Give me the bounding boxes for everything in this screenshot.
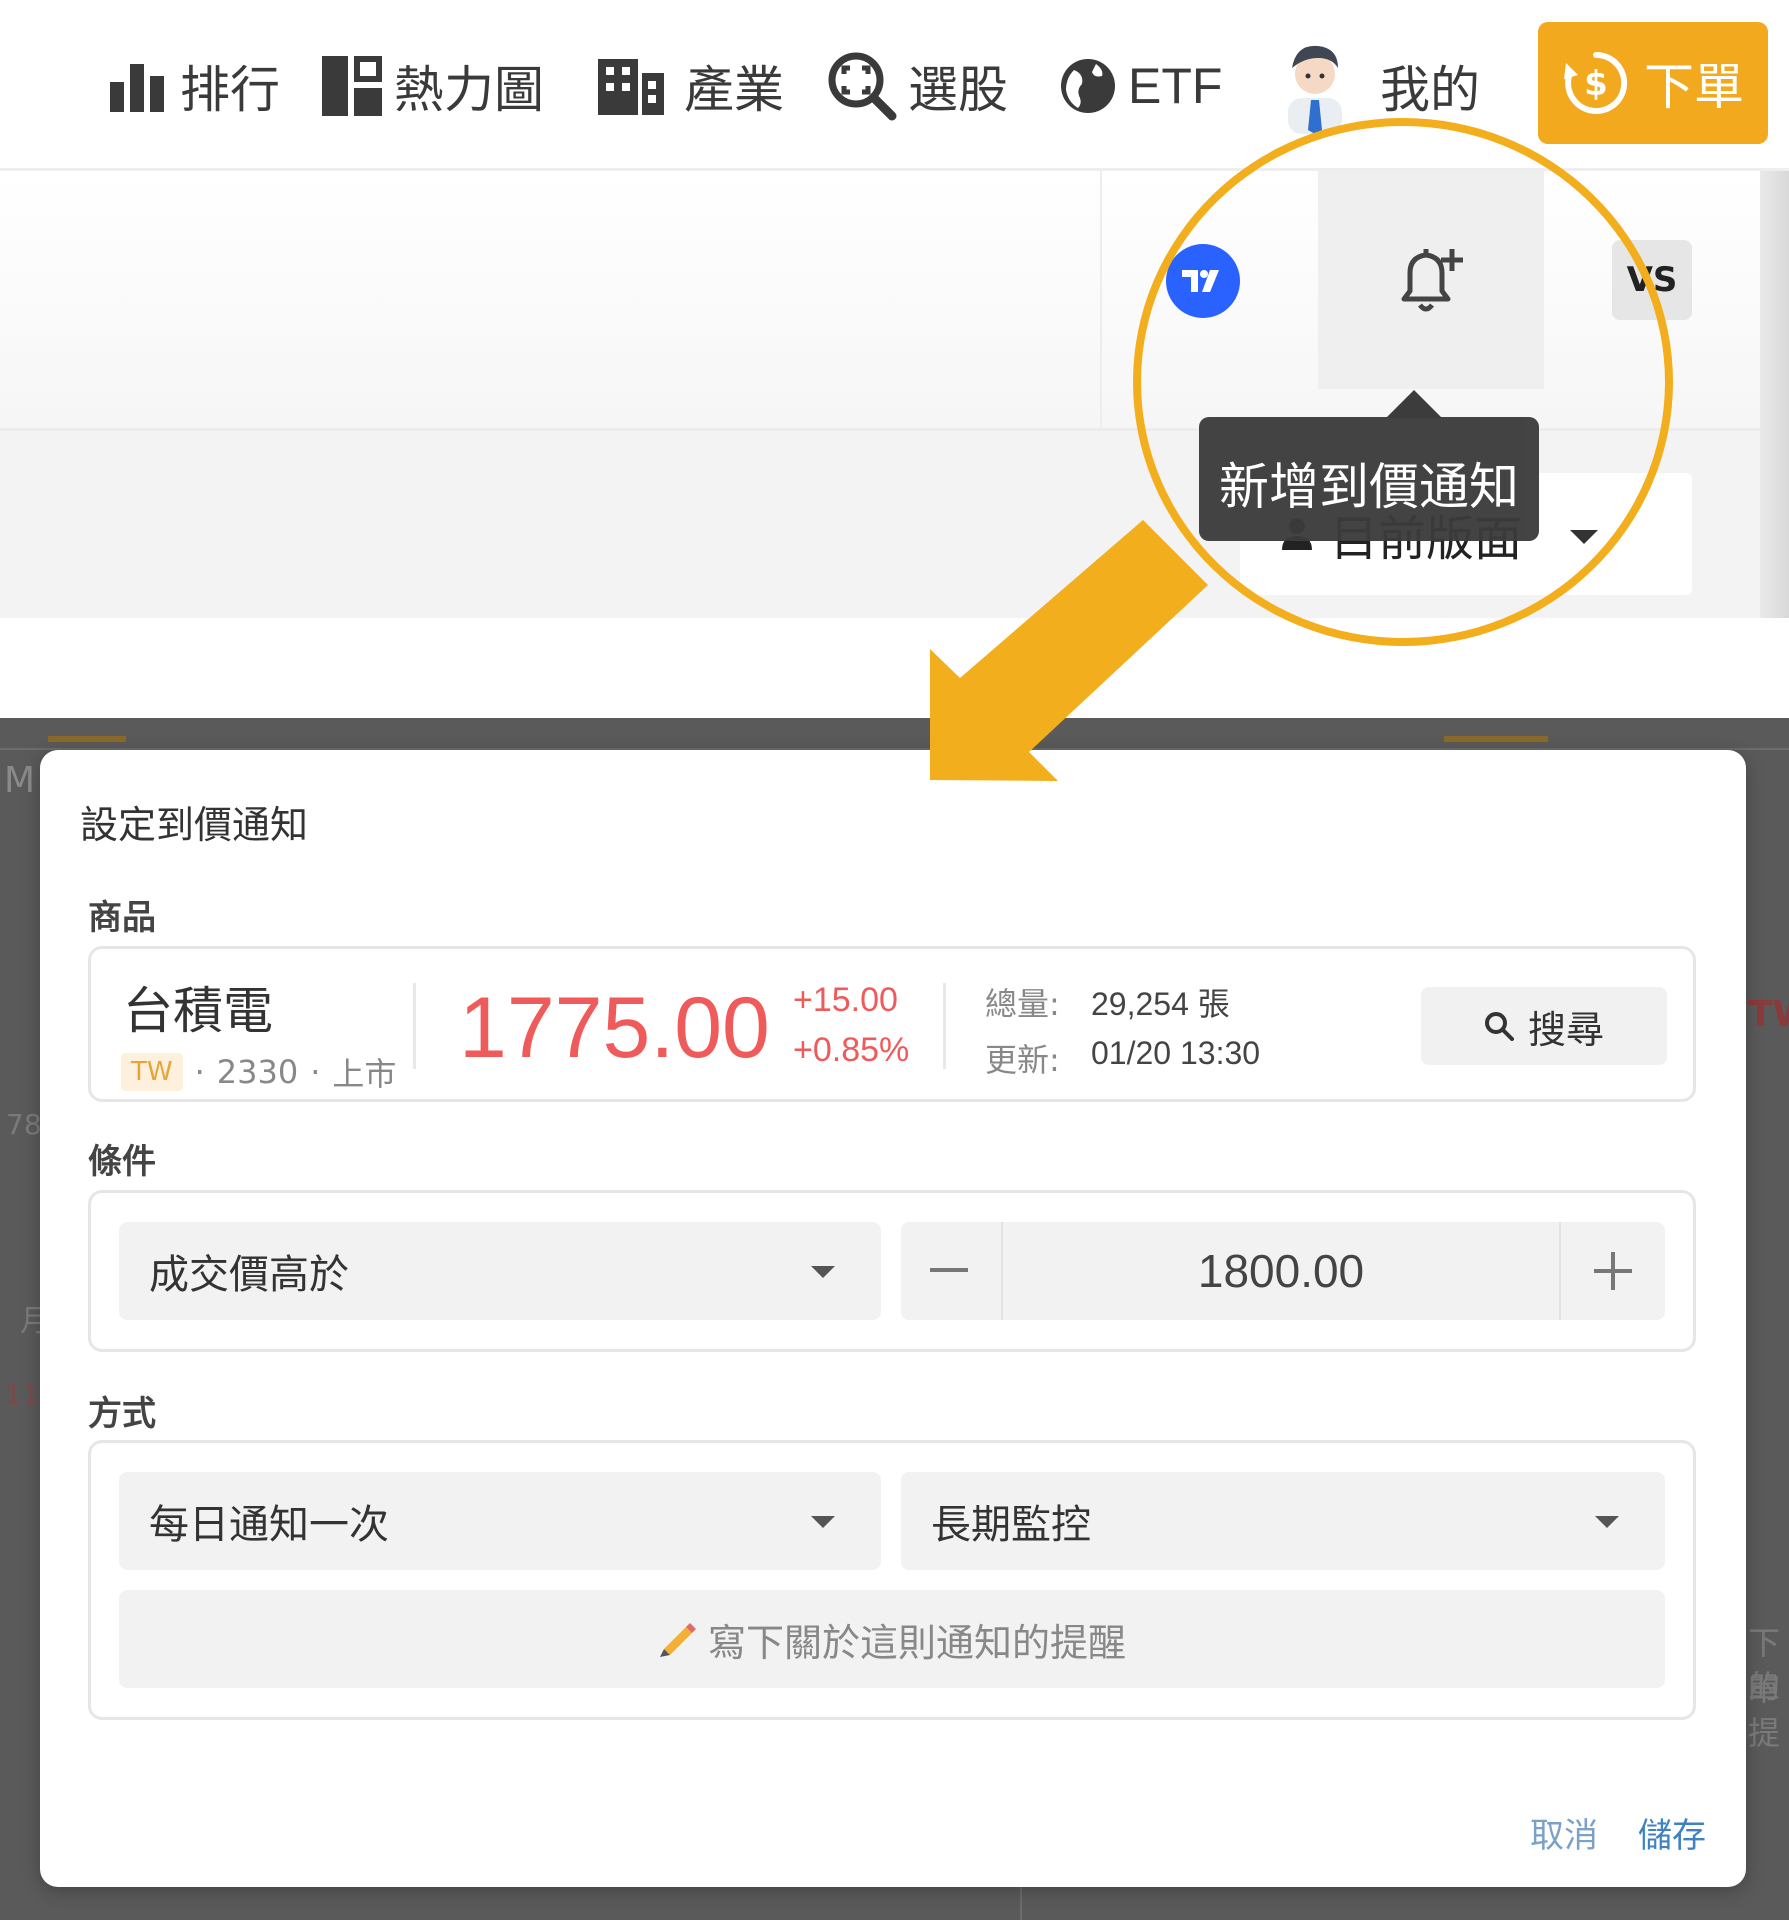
bell-plus-icon: [1401, 249, 1463, 312]
meta-dot: ·: [194, 1053, 205, 1091]
condition-section-label: 條件: [88, 1142, 156, 1182]
frequency-select-value: 每日通知一次: [149, 1502, 389, 1548]
frequency-select[interactable]: 每日通知一次: [119, 1472, 881, 1570]
toolbar-divider: [1100, 171, 1102, 428]
updated-value: 01/20 13:30: [1091, 1035, 1261, 1071]
tooltip-text: 新增到價通知: [1219, 458, 1519, 516]
backdrop-tab-indicator: [1444, 736, 1548, 742]
order-button[interactable]: $ 下單: [1538, 22, 1768, 144]
top-navbar: 排行 熱力圖 產業 選股 ETF 我的 $ 下單: [0, 0, 1789, 171]
nav-item-heatmap[interactable]: 熱力圖: [320, 46, 544, 126]
nav-label-industry: 產業: [684, 61, 784, 119]
bar-chart-icon: [110, 64, 164, 112]
chevron-down-icon: [811, 1266, 835, 1278]
decrement-button[interactable]: [901, 1222, 997, 1320]
note-input[interactable]: 寫下關於這則通知的提醒: [119, 1590, 1665, 1688]
condition-select[interactable]: 成交價高於: [119, 1222, 881, 1320]
chevron-down-icon: [811, 1516, 835, 1528]
building-icon: [598, 59, 664, 115]
search-icon: [1484, 1012, 1514, 1041]
dialog-title: 設定到價通知: [80, 803, 309, 847]
price-alert-dialog: 設定到價通知 商品 台積電 TW · 2330 · 上市 1775.00 +15…: [40, 750, 1746, 1887]
chevron-down-icon: [1570, 530, 1598, 544]
volume-value: 29,254 張: [1091, 986, 1230, 1022]
product-section-label: 商品: [88, 898, 156, 938]
nav-item-ranking[interactable]: 排行: [108, 46, 280, 126]
save-button[interactable]: 儲存: [1638, 1808, 1706, 1857]
condition-panel: 成交價高於 1800.00: [88, 1190, 1696, 1352]
nav-label-screener: 選股: [908, 61, 1008, 119]
meta-dot: ·: [310, 1053, 321, 1091]
chevron-down-icon: [1595, 1516, 1619, 1528]
nav-label-heatmap: 熱力圖: [394, 61, 544, 119]
backdrop-text: 的提: [1748, 1668, 1781, 1752]
scrollbar[interactable]: [1760, 171, 1789, 618]
stock-name: 台積電: [123, 982, 273, 1040]
nav-item-mine[interactable]: 我的: [1278, 45, 1480, 134]
tooltip-arrow: [1386, 390, 1442, 418]
market-badge: TW: [121, 1053, 183, 1091]
price-stepper: 1800.00: [901, 1222, 1665, 1320]
condition-select-value: 成交價高於: [149, 1252, 349, 1298]
duration-select[interactable]: 長期監控: [901, 1472, 1665, 1570]
cancel-button[interactable]: 取消: [1530, 1808, 1598, 1857]
avatar: [1288, 45, 1342, 134]
method-panel: 每日通知一次 長期監控 寫下關於這則通知的提醒: [88, 1440, 1696, 1720]
panel-divider: [413, 983, 416, 1069]
nav-label-ranking: 排行: [180, 61, 280, 119]
compare-vs-button[interactable]: VS: [1612, 240, 1692, 320]
stock-code: 2330: [216, 1053, 299, 1091]
nav-item-etf[interactable]: ETF: [1058, 46, 1222, 126]
backdrop-text: 78: [6, 1108, 42, 1141]
tradingview-button[interactable]: [1166, 244, 1240, 318]
dollar-refresh-icon: $: [1564, 51, 1628, 114]
target-price-input[interactable]: 1800.00: [1001, 1222, 1561, 1320]
minus-icon: [930, 1268, 968, 1272]
price-change: +15.00: [793, 981, 898, 1019]
stock-screener-icon: [828, 52, 897, 121]
search-button[interactable]: 搜尋: [1421, 987, 1667, 1065]
heatmap-icon: [322, 56, 382, 116]
add-alert-tooltip: 新增到價通知: [1199, 417, 1539, 541]
nav-label-mine: 我的: [1380, 61, 1480, 119]
backdrop-text: 11: [4, 1378, 40, 1411]
stock-listing: 上市: [332, 1055, 397, 1093]
top-screenshot: 排行 熱力圖 產業 選股 ETF 我的 $ 下單 VS 新增到價通知: [0, 0, 1789, 618]
nav-label-etf: ETF: [1128, 58, 1223, 114]
method-section-label: 方式: [88, 1394, 156, 1434]
backdrop-text: TW: [1748, 994, 1789, 1035]
add-price-alert-button[interactable]: [1318, 171, 1544, 389]
svg-text:$: $: [1584, 64, 1608, 104]
volume-label: 總量:: [985, 985, 1060, 1023]
increment-button[interactable]: [1565, 1222, 1661, 1320]
vs-label: VS: [1626, 260, 1678, 300]
nav-item-industry[interactable]: 產業: [596, 46, 784, 126]
nav-item-screener[interactable]: 選股: [826, 46, 1008, 126]
pencil-icon: [659, 1623, 696, 1657]
tradingview-icon: [1182, 270, 1219, 292]
stock-meta: TW · 2330 · 上市: [121, 1049, 396, 1095]
product-panel: 台積電 TW · 2330 · 上市 1775.00 +15.00 +0.85%…: [88, 946, 1696, 1102]
plus-icon: [1594, 1252, 1632, 1290]
stock-price: 1775.00: [459, 980, 770, 1076]
backdrop-text: M: [4, 760, 36, 801]
note-placeholder: 寫下關於這則通知的提醒: [707, 1620, 1126, 1665]
search-button-label: 搜尋: [1527, 1007, 1604, 1052]
backdrop-tab-indicator: [48, 736, 126, 742]
updated-label: 更新:: [985, 1041, 1060, 1079]
price-change-percent: +0.85%: [793, 1031, 910, 1069]
order-button-label: 下單: [1644, 58, 1744, 116]
duration-select-value: 長期監控: [931, 1502, 1091, 1548]
panel-divider: [943, 983, 946, 1069]
globe-icon: [1061, 59, 1115, 113]
